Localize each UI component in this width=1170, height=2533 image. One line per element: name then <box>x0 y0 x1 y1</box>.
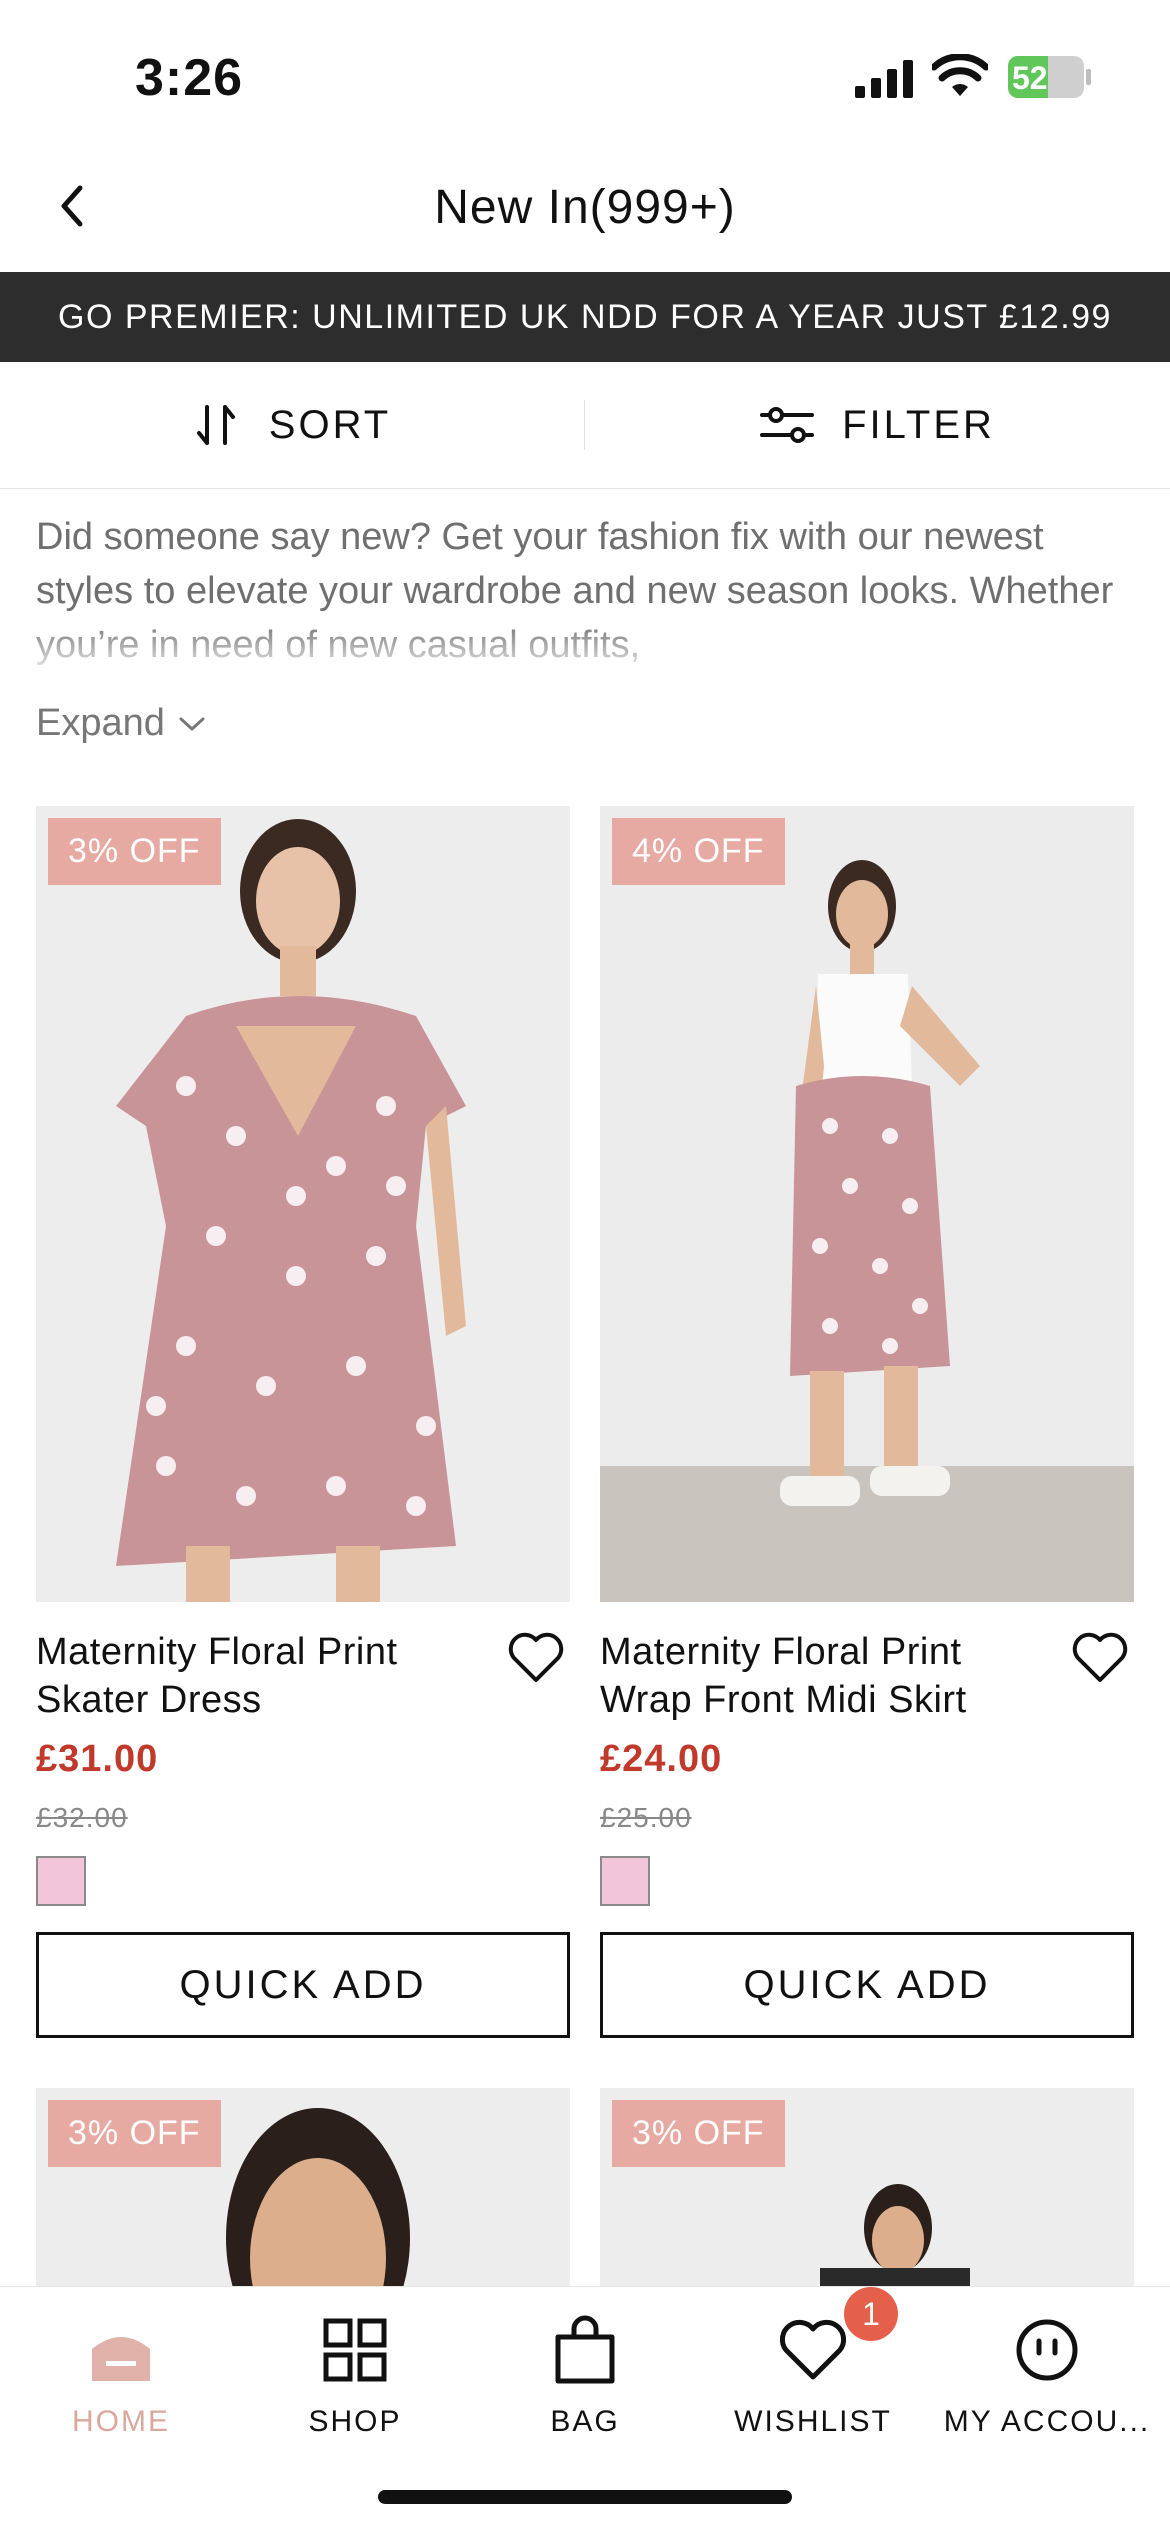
sort-label: SORT <box>268 402 392 447</box>
sort-icon <box>196 405 235 445</box>
color-swatch[interactable] <box>36 1856 86 1906</box>
expand-label: Expand <box>36 702 165 744</box>
product-image[interactable]: 3% OFF <box>36 806 570 1602</box>
tab-shop[interactable]: SHOP <box>238 2287 472 2467</box>
tab-home[interactable]: HOME <box>4 2287 238 2467</box>
quick-add-button[interactable]: QUICK ADD <box>600 1932 1134 2038</box>
product-image[interactable]: 3% OFF <box>36 2088 570 2286</box>
tab-label: MY ACCOU... <box>943 2405 1151 2438</box>
tab-label: HOME <box>72 2405 170 2438</box>
home-indicator <box>378 2490 792 2504</box>
wishlist-count-badge: 1 <box>844 2287 898 2341</box>
tab-my-account[interactable]: MY ACCOU... <box>930 2287 1164 2467</box>
color-swatch[interactable] <box>600 1856 650 1906</box>
bag-icon <box>555 2315 615 2384</box>
expand-button[interactable]: Expand <box>36 702 207 745</box>
product-name[interactable]: Maternity Floral Print Skater Dress <box>36 1628 476 1724</box>
home-icon <box>92 2337 150 2381</box>
discount-badge: 3% OFF <box>48 818 221 885</box>
product-image[interactable]: 3% OFF <box>600 2088 1134 2286</box>
tab-label: SHOP <box>308 2405 402 2438</box>
cellular-signal-icon <box>855 60 913 98</box>
promo-banner[interactable]: GO PREMIER: UNLIMITED UK NDD FOR A YEAR … <box>0 272 1170 362</box>
wishlist-heart-icon[interactable] <box>1070 1630 1130 1686</box>
discount-badge: 3% OFF <box>612 2100 785 2167</box>
tab-label: BAG <box>550 2405 620 2438</box>
heart-icon <box>779 2319 847 2380</box>
sort-button[interactable]: SORT <box>0 362 584 488</box>
status-time: 3:26 <box>135 49 244 107</box>
filter-sliders-icon <box>760 407 815 443</box>
discount-badge: 4% OFF <box>612 818 785 885</box>
description-fade <box>0 620 1170 680</box>
wifi-icon <box>932 54 988 96</box>
product-photo-skirt <box>600 806 1134 1602</box>
product-image[interactable]: 4% OFF <box>600 806 1134 1602</box>
tab-wishlist[interactable]: 1 WISHLIST <box>696 2287 930 2467</box>
filter-button[interactable]: FILTER <box>585 362 1170 488</box>
product-original-price: £32.00 <box>36 1802 128 1833</box>
page-title: New In(999+) <box>434 181 736 234</box>
product-name[interactable]: Maternity Floral Print Wrap Front Midi S… <box>600 1628 1040 1724</box>
chevron-down-icon <box>179 717 205 730</box>
product-photo-dress <box>36 806 570 1602</box>
product-original-price: £25.00 <box>600 1802 692 1833</box>
product-price: £24.00 <box>600 1738 723 1780</box>
quick-add-button[interactable]: QUICK ADD <box>36 1932 570 2038</box>
discount-badge: 3% OFF <box>48 2100 221 2167</box>
account-icon <box>1016 2319 1078 2381</box>
filter-label: FILTER <box>842 402 995 447</box>
tab-bag[interactable]: BAG <box>468 2287 702 2467</box>
battery-level: 52 <box>1012 60 1048 96</box>
product-price: £31.00 <box>36 1738 159 1780</box>
battery-icon: 52 <box>1008 56 1092 98</box>
tab-label: WISHLIST <box>734 2405 892 2438</box>
grid-icon <box>323 2318 387 2382</box>
wishlist-heart-icon[interactable] <box>506 1630 566 1686</box>
sort-filter-bar: SORT FILTER <box>0 362 1170 489</box>
